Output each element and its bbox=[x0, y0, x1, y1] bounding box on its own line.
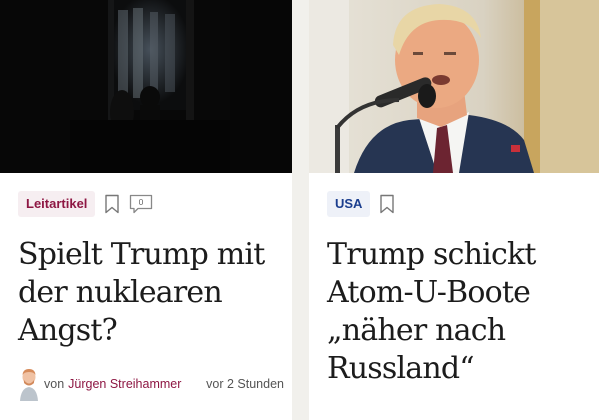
article-meta-2: USA bbox=[327, 191, 395, 217]
category-tag[interactable]: USA bbox=[327, 191, 371, 217]
article-image-dark-room[interactable] bbox=[0, 0, 292, 173]
author-avatar[interactable] bbox=[18, 367, 40, 401]
comment-count: 0 bbox=[139, 197, 144, 207]
category-tag[interactable]: Leitartikel bbox=[18, 191, 96, 217]
article-card-1[interactable]: Leitartikel 0 Spielt Trump mit der nukle… bbox=[0, 0, 292, 420]
dark-room-image bbox=[0, 0, 292, 173]
article-image-speaker[interactable] bbox=[309, 0, 599, 173]
bookmark-icon[interactable] bbox=[379, 194, 395, 214]
article-meta-1: Leitartikel 0 bbox=[18, 191, 153, 217]
comment-icon[interactable]: 0 bbox=[129, 194, 153, 214]
byline: von Jürgen Streihammer vor 2 Stunden bbox=[18, 367, 284, 401]
publish-time: vor 2 Stunden bbox=[206, 377, 284, 391]
bookmark-icon[interactable] bbox=[104, 194, 120, 214]
article-headline[interactable]: Trump schickt Atom-U-Boote „näher nach R… bbox=[327, 236, 589, 388]
author-prefix: von bbox=[44, 377, 65, 391]
speaker-at-microphone-image bbox=[309, 0, 599, 173]
article-card-2[interactable]: USA Trump schickt Atom-U-Boote „näher na… bbox=[309, 0, 599, 420]
article-headline[interactable]: Spielt Trump mit der nuklearen Angst? bbox=[18, 236, 280, 350]
author-link[interactable]: Jürgen Streihammer bbox=[68, 377, 181, 391]
